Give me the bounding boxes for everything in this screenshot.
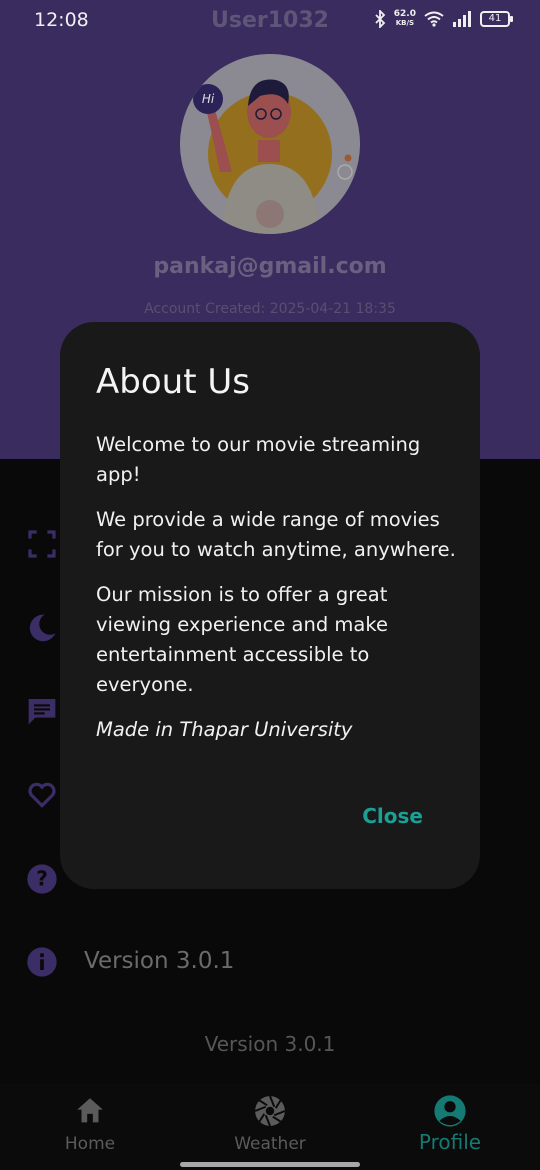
dialog-paragraph: Welcome to our movie streaming app! xyxy=(96,433,421,486)
nav-weather[interactable]: Weather xyxy=(210,1094,330,1154)
svg-text:?: ? xyxy=(36,867,48,891)
bluetooth-icon xyxy=(375,10,386,28)
profile-email: pankaj@gmail.com xyxy=(153,254,387,279)
footer-version: Version 3.0.1 xyxy=(204,1032,336,1056)
wifi-icon xyxy=(424,11,444,27)
nav-home-label: Home xyxy=(64,1134,116,1154)
dialog-content: Welcome to our movie streaming app! We p… xyxy=(96,430,456,760)
account-circle-icon xyxy=(434,1095,466,1127)
account-created-text: Account Created: 2025-04-21 18:35 xyxy=(144,301,396,317)
nav-profile-label: Profile xyxy=(418,1130,482,1154)
help-icon[interactable]: ? xyxy=(26,863,58,895)
about-us-dialog: About Us Welcome to our movie streaming … xyxy=(60,322,480,889)
info-icon[interactable] xyxy=(26,946,58,978)
close-button[interactable]: Close xyxy=(362,804,423,828)
hi-badge: Hi xyxy=(193,84,223,114)
avatar-illustration xyxy=(180,54,360,234)
fullscreen-icon[interactable] xyxy=(26,528,58,560)
nav-home[interactable]: Home xyxy=(30,1094,150,1154)
bottom-navigation: Home Weather Profile xyxy=(0,1084,540,1170)
dialog-title: About Us xyxy=(96,362,250,402)
nav-profile[interactable]: Profile xyxy=(390,1094,510,1154)
signal-icon xyxy=(453,11,471,27)
version-menu-item[interactable]: Version 3.0.1 xyxy=(84,948,234,974)
nav-weather-label: Weather xyxy=(234,1134,306,1154)
aperture-icon xyxy=(254,1095,286,1127)
status-icons: 62.0 KB/S 41 xyxy=(374,9,513,28)
message-icon[interactable] xyxy=(26,695,58,727)
network-speed: 62.0 KB/S xyxy=(393,9,416,28)
made-in-text: Made in Thapar University xyxy=(96,718,353,741)
heart-icon[interactable] xyxy=(26,779,58,811)
battery-indicator: 41 xyxy=(480,11,513,27)
gesture-handle[interactable] xyxy=(180,1162,360,1167)
dialog-paragraph: Our mission is to offer a great viewing … xyxy=(96,583,388,696)
dialog-paragraph: We provide a wide range of movies for yo… xyxy=(96,508,456,561)
status-bar: 12:08 User1032 62.0 KB/S 41 xyxy=(0,0,540,42)
profile-avatar[interactable]: Hi xyxy=(180,54,360,234)
home-icon xyxy=(77,1098,103,1123)
moon-icon[interactable] xyxy=(26,612,58,644)
